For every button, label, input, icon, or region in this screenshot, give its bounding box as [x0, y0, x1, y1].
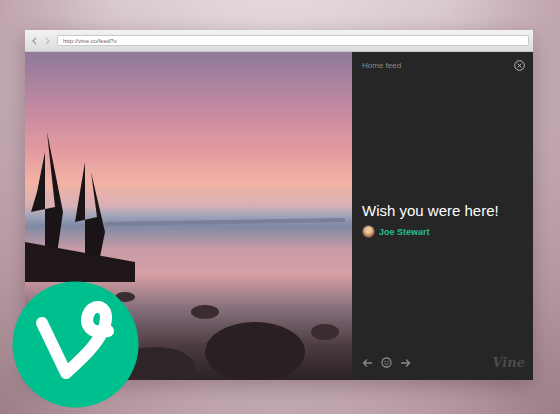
panel-title: Home feed	[362, 61, 401, 70]
feed-panel: Home feed Wish you were here! Joe Stewar…	[352, 52, 533, 380]
vine-wordmark: Vine	[492, 355, 525, 370]
back-icon[interactable]	[31, 37, 39, 45]
author-name[interactable]: Joe Stewart	[379, 227, 430, 237]
vine-logo-icon	[12, 281, 139, 408]
avatar-icon[interactable]	[362, 225, 375, 238]
address-bar[interactable]: http://vine.co/feed?v	[57, 35, 529, 46]
browser-toolbar: http://vine.co/feed?v	[25, 30, 533, 52]
trees-icon	[25, 112, 135, 282]
close-icon[interactable]	[514, 60, 525, 71]
forward-icon[interactable]	[43, 37, 51, 45]
smiley-icon[interactable]	[381, 357, 392, 368]
post-caption: Wish you were here!	[362, 202, 525, 220]
left-arrow-icon[interactable]	[362, 358, 373, 368]
right-arrow-icon[interactable]	[400, 358, 411, 368]
post-author[interactable]: Joe Stewart	[362, 225, 525, 238]
url-text: http://vine.co/feed?v	[63, 38, 117, 44]
